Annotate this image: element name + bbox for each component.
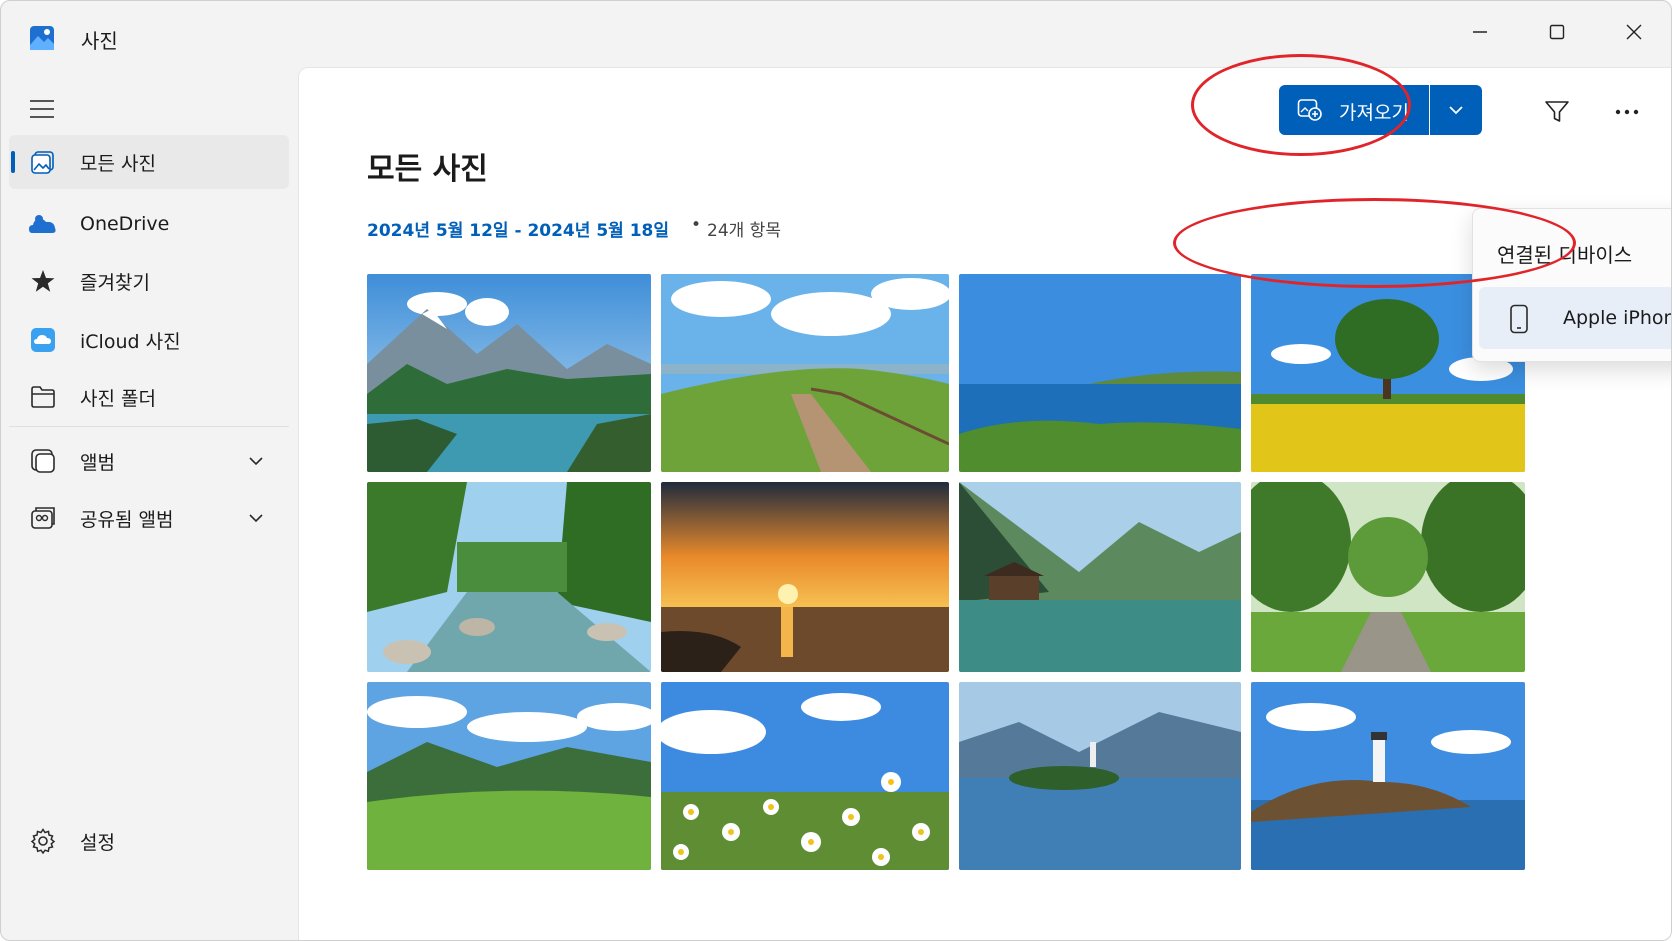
main-panel: 모든 사진 2024년 5월 12일 - 2024년 5월 18일 • 24개 …	[298, 54, 1671, 940]
shared-album-icon	[29, 504, 57, 532]
close-button[interactable]	[1611, 15, 1657, 49]
sidebar-divider	[9, 426, 289, 427]
import-split-button: 가져오기	[1279, 85, 1489, 135]
sidebar-item-all-photos[interactable]: 모든 사진	[9, 135, 289, 189]
more-options-button[interactable]	[1609, 94, 1645, 130]
separator-dot: •	[691, 215, 702, 235]
chevron-down-icon[interactable]	[247, 509, 265, 527]
sidebar-item-label: OneDrive	[80, 213, 170, 235]
photo-thumbnail[interactable]	[367, 682, 651, 870]
import-dropdown-button[interactable]	[1430, 85, 1482, 135]
photos-icon	[29, 148, 57, 176]
sidebar-item-label: 공유됨 앨범	[80, 508, 174, 531]
title-bar: 사진	[1, 1, 1671, 65]
minimize-button[interactable]	[1457, 15, 1503, 49]
photo-thumbnail[interactable]	[367, 274, 651, 472]
device-item-apple-iphone[interactable]: Apple iPhone	[1479, 287, 1671, 349]
sidebar-item-icloud[interactable]: iCloud 사진	[9, 313, 289, 367]
sidebar-item-label: 즐겨찾기	[80, 271, 150, 294]
photo-thumbnail[interactable]	[367, 482, 651, 672]
sidebar-item-label: iCloud 사진	[80, 330, 181, 353]
close-icon	[1626, 24, 1642, 40]
more-icon	[1615, 109, 1639, 115]
minimize-icon	[1473, 31, 1487, 33]
folder-icon	[29, 383, 57, 411]
sidebar-item-albums[interactable]: 앨범	[9, 434, 289, 488]
settings-label: 설정	[80, 831, 115, 854]
item-count: 24개 항목	[707, 221, 781, 241]
photo-thumbnail[interactable]	[959, 682, 1241, 870]
maximize-icon	[1549, 24, 1565, 40]
phone-icon	[1510, 304, 1528, 334]
sidebar-item-favorites[interactable]: 즐겨찾기	[9, 254, 289, 308]
photos-window: 사진 모든 사진 OneDrive 즐겨찾기 iCloud 사진 사진 폴더 앨…	[0, 0, 1672, 941]
sidebar-item-label: 사진 폴더	[80, 387, 156, 410]
app-title: 사진	[81, 29, 118, 53]
import-label: 가져오기	[1339, 102, 1409, 124]
album-icon	[29, 447, 57, 475]
photo-thumbnail[interactable]	[661, 274, 949, 472]
photo-thumbnail[interactable]	[1251, 482, 1525, 672]
flyout-header: 연결된 디바이스	[1497, 243, 1633, 267]
icloud-icon	[29, 326, 57, 354]
maximize-button[interactable]	[1534, 15, 1580, 49]
filter-icon	[1545, 101, 1569, 122]
star-icon	[29, 267, 57, 295]
chevron-down-icon[interactable]	[247, 452, 265, 470]
sidebar: 모든 사진 OneDrive 즐겨찾기 iCloud 사진 사진 폴더 앨범 공…	[1, 65, 297, 940]
device-label: Apple iPhone	[1563, 307, 1671, 329]
hamburger-icon	[30, 100, 54, 118]
filter-button[interactable]	[1539, 94, 1575, 130]
sidebar-item-label: 모든 사진	[80, 152, 156, 175]
chevron-down-icon	[1449, 106, 1463, 115]
import-icon	[1297, 99, 1322, 121]
hamburger-menu-button[interactable]	[25, 95, 59, 123]
sidebar-item-onedrive[interactable]: OneDrive	[9, 197, 289, 251]
date-range-link[interactable]: 2024년 5월 12일 - 2024년 5월 18일	[367, 216, 669, 241]
sidebar-item-settings[interactable]: 설정	[9, 814, 289, 868]
photo-thumbnail[interactable]	[1251, 682, 1525, 870]
import-button[interactable]: 가져오기	[1279, 85, 1429, 135]
sidebar-item-folders[interactable]: 사진 폴더	[9, 370, 289, 424]
import-dropdown-flyout: 연결된 디바이스 Apple iPhone	[1472, 208, 1671, 362]
active-indicator	[11, 151, 15, 173]
photo-thumbnail[interactable]	[661, 682, 949, 870]
onedrive-icon	[29, 210, 57, 238]
sidebar-item-shared-albums[interactable]: 공유됨 앨범	[9, 491, 289, 545]
page-title: 모든 사진	[367, 152, 488, 187]
photos-app-icon	[29, 25, 55, 51]
photo-thumbnail[interactable]	[959, 482, 1241, 672]
gear-icon	[29, 827, 57, 855]
sidebar-item-label: 앨범	[80, 451, 115, 474]
photo-thumbnail[interactable]	[661, 482, 949, 672]
photo-thumbnail[interactable]	[959, 274, 1241, 472]
